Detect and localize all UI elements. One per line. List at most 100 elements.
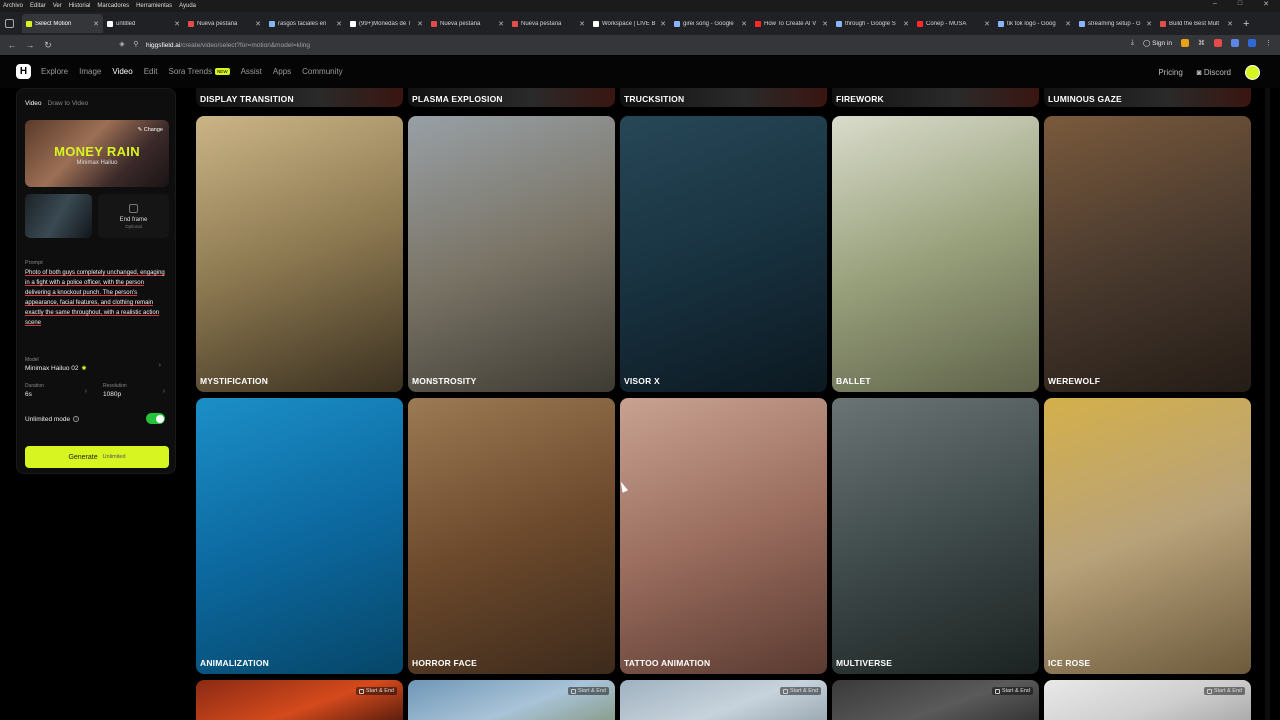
- close-tab-icon[interactable]: ✕: [984, 20, 990, 28]
- browser-tab[interactable]: Nueva pestaña ✕: [184, 14, 265, 33]
- forward-icon[interactable]: →: [24, 39, 36, 51]
- motion-preset-card[interactable]: MYSTIFICATION: [196, 116, 403, 392]
- motion-preset-card[interactable]: Start & End: [620, 680, 827, 720]
- nav-image[interactable]: Image: [79, 67, 101, 76]
- browser-tab[interactable]: Select Motion ✕: [22, 14, 103, 33]
- profile-icon[interactable]: [1231, 39, 1239, 47]
- higgsfield-logo[interactable]: H: [16, 64, 31, 79]
- download-icon[interactable]: ⤓: [1131, 39, 1134, 47]
- motion-preset-card[interactable]: TATTOO ANIMATION: [620, 398, 827, 674]
- browser-tab[interactable]: rasgos faciales en ✕: [265, 14, 346, 33]
- menu-icon[interactable]: ⋮: [1265, 39, 1272, 47]
- browser-tab[interactable]: streaming setup - G ✕: [1075, 14, 1156, 33]
- menu-marcadores[interactable]: Marcadores: [97, 3, 129, 9]
- tab-list-icon[interactable]: [5, 19, 14, 28]
- browser-tab[interactable]: Build the Best Mult ✕: [1156, 14, 1237, 33]
- nav-apps[interactable]: Apps: [273, 67, 291, 76]
- motion-preset-card[interactable]: FIREWORK: [832, 88, 1039, 107]
- motion-preset-card[interactable]: DISPLAY TRANSITION: [196, 88, 403, 107]
- new-tab-icon[interactable]: +: [1243, 18, 1249, 30]
- close-tab-icon[interactable]: ✕: [903, 20, 909, 28]
- menu-ver[interactable]: Ver: [53, 3, 62, 9]
- close-tab-icon[interactable]: ✕: [255, 20, 261, 28]
- page-scrollbar[interactable]: [1265, 88, 1270, 720]
- close-tab-icon[interactable]: ✕: [822, 20, 828, 28]
- browser-tab[interactable]: (99+)Monedas de T ✕: [346, 14, 427, 33]
- motion-preset-card[interactable]: ICE ROSE: [1044, 398, 1251, 674]
- url-field[interactable]: ◈ ⚲ higgsfield.ai /create/video/select?f…: [118, 39, 1118, 51]
- extension-icon[interactable]: [1181, 39, 1189, 47]
- menu-historial[interactable]: Historial: [69, 3, 91, 9]
- back-icon[interactable]: ←: [6, 39, 18, 51]
- unlimited-toggle[interactable]: [146, 413, 165, 424]
- generate-button[interactable]: Generate Unlimited: [25, 446, 169, 468]
- pricing-link[interactable]: Pricing: [1158, 68, 1182, 77]
- motion-preset-card[interactable]: ANIMALIZATION: [196, 398, 403, 674]
- close-tab-icon[interactable]: ✕: [498, 20, 504, 28]
- close-tab-icon[interactable]: ✕: [174, 20, 180, 28]
- nav-assist[interactable]: Assist: [241, 67, 262, 76]
- site-info-icon[interactable]: ⚲: [132, 41, 140, 49]
- close-tab-icon[interactable]: ✕: [93, 20, 99, 28]
- close-tab-icon[interactable]: ✕: [1065, 20, 1071, 28]
- motion-preset-card[interactable]: Start & End: [408, 680, 615, 720]
- nav-sora-trends[interactable]: Sora Trends NEW: [168, 67, 230, 76]
- motion-preset-card[interactable]: ✎ Change MONEY RAIN Minimax Hailuo: [25, 120, 169, 187]
- nav-explore[interactable]: Explore: [41, 67, 68, 76]
- menu-archivo[interactable]: Archivo: [3, 3, 23, 9]
- browser-tab[interactable]: Conep - MUSA ✕: [913, 14, 994, 33]
- nav-video[interactable]: Video: [112, 67, 132, 76]
- browser-tab[interactable]: through - Google S ✕: [832, 14, 913, 33]
- start-frame-thumbnail[interactable]: [25, 194, 92, 238]
- close-tab-icon[interactable]: ✕: [1146, 20, 1152, 28]
- browser-tab[interactable]: girei song - Google ✕: [670, 14, 751, 33]
- close-tab-icon[interactable]: ✕: [741, 20, 747, 28]
- extensions-icon[interactable]: ⌘: [1198, 39, 1205, 47]
- nav-edit[interactable]: Edit: [144, 67, 158, 76]
- browser-tab[interactable]: Nueva pestaña ✕: [427, 14, 508, 33]
- end-frame-upload[interactable]: End frame Optional: [98, 194, 169, 238]
- sign-in-button[interactable]: ◯ Sign in: [1143, 39, 1172, 47]
- motion-preset-card[interactable]: WEREWOLF: [1044, 116, 1251, 392]
- prompt-field[interactable]: Prompt Photo of both guys completely unc…: [25, 260, 169, 346]
- close-tab-icon[interactable]: ✕: [660, 20, 666, 28]
- avatar[interactable]: [1245, 65, 1260, 80]
- motion-preset-card[interactable]: LUMINOUS GAZE: [1044, 88, 1251, 107]
- maximize-icon[interactable]: □: [1238, 0, 1242, 8]
- recorder-icon[interactable]: [1214, 39, 1222, 47]
- close-tab-icon[interactable]: ✕: [336, 20, 342, 28]
- close-window-icon[interactable]: ✕: [1263, 0, 1269, 8]
- minimize-icon[interactable]: –: [1213, 0, 1217, 8]
- motion-preset-card[interactable]: Start & End: [196, 680, 403, 720]
- close-tab-icon[interactable]: ✕: [417, 20, 423, 28]
- nav-community[interactable]: Community: [302, 67, 342, 76]
- browser-tab[interactable]: Nueva pestaña ✕: [508, 14, 589, 33]
- motion-preset-card[interactable]: MONSTROSITY: [408, 116, 615, 392]
- browser-tab[interactable]: How To Create AI V ✕: [751, 14, 832, 33]
- reload-icon[interactable]: ↻: [42, 39, 54, 51]
- menu-herramientas[interactable]: Herramientas: [136, 3, 172, 9]
- browser-tab[interactable]: untitled ✕: [103, 14, 184, 33]
- change-motion-button[interactable]: ✎ Change: [138, 127, 163, 133]
- motion-preset-card[interactable]: HORROR FACE: [408, 398, 615, 674]
- sidebar-icon[interactable]: [1248, 39, 1256, 47]
- close-tab-icon[interactable]: ✕: [1227, 20, 1233, 28]
- shield-icon[interactable]: ◈: [118, 41, 126, 49]
- menu-editar[interactable]: Editar: [30, 3, 46, 9]
- browser-tab[interactable]: tik tok logo - Goog ✕: [994, 14, 1075, 33]
- motion-preset-card[interactable]: PLASMA EXPLOSION: [408, 88, 615, 107]
- motion-preset-card[interactable]: Start & End: [832, 680, 1039, 720]
- close-tab-icon[interactable]: ✕: [579, 20, 585, 28]
- motion-preset-card[interactable]: BALLET: [832, 116, 1039, 392]
- discord-link[interactable]: ◙ Discord: [1197, 68, 1231, 77]
- motion-preset-card[interactable]: TRUCKSITION: [620, 88, 827, 107]
- tab-video[interactable]: Video: [25, 100, 42, 107]
- motion-preset-card[interactable]: MULTIVERSE: [832, 398, 1039, 674]
- menu-ayuda[interactable]: Ayuda: [179, 3, 196, 9]
- model-selector[interactable]: Model Minimax Hailuo 02 ✺ ›: [25, 357, 169, 372]
- motion-preset-card[interactable]: Start & End: [1044, 680, 1251, 720]
- browser-tab[interactable]: Workspace | LIVE B ✕: [589, 14, 670, 33]
- info-icon[interactable]: i: [73, 416, 80, 422]
- motion-preset-card[interactable]: VISOR X: [620, 116, 827, 392]
- tab-draw-to-video[interactable]: Draw to Video: [48, 100, 89, 107]
